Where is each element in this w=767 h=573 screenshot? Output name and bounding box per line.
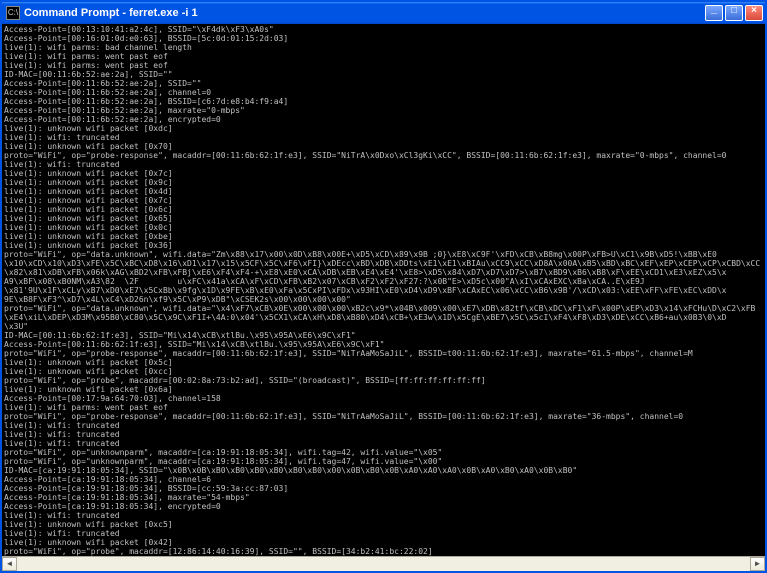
console-line: \xE4\xiL\xDEP\xD3M\x95B0\xC80\x5C\x9C\xF… xyxy=(4,313,763,322)
scroll-track[interactable] xyxy=(17,557,750,571)
console-line: \x81'9U\x1F\xCLy\xB7\xD0\xE7\x5CxBb\x9fg… xyxy=(4,286,763,295)
console-line: live(1): unknown wifi packet [0x4d] xyxy=(4,187,763,196)
minimize-button[interactable]: _ xyxy=(705,5,723,21)
console-line: Access-Point=[00:11:6b:52:ae:2a], encryp… xyxy=(4,115,763,124)
close-button[interactable]: × xyxy=(745,5,763,21)
console-line: live(1): wifi parms: bad channel length xyxy=(4,43,763,52)
console-line: Access-Point=[ca:19:91:18:05:34], encryp… xyxy=(4,502,763,511)
horizontal-scrollbar[interactable]: ◄ ► xyxy=(2,556,765,571)
console-line: ID-MAC=[ca:19:91:18:05:34], SSID="\x0B\x… xyxy=(4,466,763,475)
console-line: Access-Point=[00:11:6b:62:1f:e3], SSID="… xyxy=(4,340,763,349)
console-line: live(1): wifi parms: went past eof xyxy=(4,403,763,412)
console-line: \x10\xCD\x10\xD3\xFE\x5C\xBC\xD8\x16\xD1… xyxy=(4,259,763,268)
console-line: live(1): unknown wifi packet [0x5c] xyxy=(4,358,763,367)
command-prompt-window: C:\ Command Prompt - ferret.exe -i 1 _ □… xyxy=(0,0,767,573)
console-line: 9E\xB8F\xF3^\xD7\x4L\xC4\xD26n\xf9\x5C\x… xyxy=(4,295,763,304)
console-line: live(1): unknown wifi packet [0x0c] xyxy=(4,223,763,232)
console-line: live(1): unknown wifi packet [0x9c] xyxy=(4,178,763,187)
console-line: live(1): unknown wifi packet [0xcc] xyxy=(4,367,763,376)
console-line: live(1): unknown wifi packet [0xc5] xyxy=(4,520,763,529)
console-line: Access-Point=[ca:19:91:18:05:34], BSSID=… xyxy=(4,484,763,493)
console-line: proto="WiFi", op="probe-response", macad… xyxy=(4,349,763,358)
console-line: live(1): unknown wifi packet [0xbe] xyxy=(4,232,763,241)
console-line: ID-MAC=[00:11:6b:62:1f:e3], SSID="Mi\x14… xyxy=(4,331,763,340)
console-line: live(1): wifi: truncated xyxy=(4,133,763,142)
console-line: live(1): unknown wifi packet [0x36] xyxy=(4,241,763,250)
maximize-button[interactable]: □ xyxy=(725,5,743,21)
console-line: Access-Point=[00:11:6b:52:ae:2a], BSSID=… xyxy=(4,97,763,106)
console-line: live(1): wifi: truncated xyxy=(4,529,763,538)
scroll-right-arrow[interactable]: ► xyxy=(750,557,765,571)
console-output[interactable]: Access-Point=[00:13:10:41:a2:4c], SSID="… xyxy=(2,24,765,556)
console-line: proto="WiFi", op="probe-response", macad… xyxy=(4,412,763,421)
console-line: live(1): wifi parms: went past eof xyxy=(4,52,763,61)
console-line: ID-MAC=[00:11:6b:52:ae:2a], SSID="" xyxy=(4,70,763,79)
window-buttons: _ □ × xyxy=(705,5,763,21)
console-line: live(1): wifi: truncated xyxy=(4,421,763,430)
console-line: proto="WiFi", op="probe", macaddr=[12:86… xyxy=(4,547,763,556)
console-line: Access-Point=[00:13:10:41:a2:4c], SSID="… xyxy=(4,25,763,34)
console-line: \x82\x81\xDB\xFB\x06k\xAG\xBD2\xFB\xFBj\… xyxy=(4,268,763,277)
console-line: live(1): unknown wifi packet [0x6c] xyxy=(4,205,763,214)
console-line: live(1): unknown wifi packet [0x6a] xyxy=(4,385,763,394)
console-line: \x3U" xyxy=(4,322,763,331)
console-line: live(1): wifi: truncated xyxy=(4,430,763,439)
console-line: A9\xBF\x08\xB0NM\xA3\82 \2F u\xFC\x41a\x… xyxy=(4,277,763,286)
console-line: Access-Point=[00:17:9a:64:70:03], channe… xyxy=(4,394,763,403)
console-line: live(1): wifi: truncated xyxy=(4,160,763,169)
console-line: Access-Point=[ca:19:91:18:05:34], maxrat… xyxy=(4,493,763,502)
cmd-icon: C:\ xyxy=(6,6,20,20)
console-line: Access-Point=[ca:19:91:18:05:34], channe… xyxy=(4,475,763,484)
console-line: proto="WiFi", op="probe", macaddr=[00:02… xyxy=(4,376,763,385)
console-line: live(1): unknown wifi packet [0x65] xyxy=(4,214,763,223)
console-line: live(1): unknown wifi packet [0x7c] xyxy=(4,196,763,205)
console-line: Access-Point=[00:11:6b:52:ae:2a], channe… xyxy=(4,88,763,97)
console-line: live(1): unknown wifi packet [0x70] xyxy=(4,142,763,151)
console-line: Access-Point=[00:11:6b:52:ae:2a], SSID="… xyxy=(4,79,763,88)
console-line: live(1): unknown wifi packet [0xdc] xyxy=(4,124,763,133)
console-line: live(1): wifi: truncated xyxy=(4,439,763,448)
console-line: Access-Point=[00:11:6b:52:ae:2a], maxrat… xyxy=(4,106,763,115)
console-line: proto="WiFi", op="data.unknown", wifi.da… xyxy=(4,304,763,313)
console-line: proto="WiFi", op="data.unknown", wifi.da… xyxy=(4,250,763,259)
console-line: proto="WiFi", op="unknownparm", macaddr=… xyxy=(4,457,763,466)
console-line: live(1): wifi: truncated xyxy=(4,511,763,520)
console-line: proto="WiFi", op="unknownparm", macaddr=… xyxy=(4,448,763,457)
console-line: live(1): unknown wifi packet [0x42] xyxy=(4,538,763,547)
console-line: live(1): wifi parms: went past eof xyxy=(4,61,763,70)
console-line: proto="WiFi", op="probe-response", macad… xyxy=(4,151,763,160)
console-line: Access-Point=[00:16:01:0d:e0:63], BSSID=… xyxy=(4,34,763,43)
titlebar[interactable]: C:\ Command Prompt - ferret.exe -i 1 _ □… xyxy=(2,2,765,24)
console-line: live(1): unknown wifi packet [0x7c] xyxy=(4,169,763,178)
window-title: Command Prompt - ferret.exe -i 1 xyxy=(24,7,705,19)
scroll-left-arrow[interactable]: ◄ xyxy=(2,557,17,571)
